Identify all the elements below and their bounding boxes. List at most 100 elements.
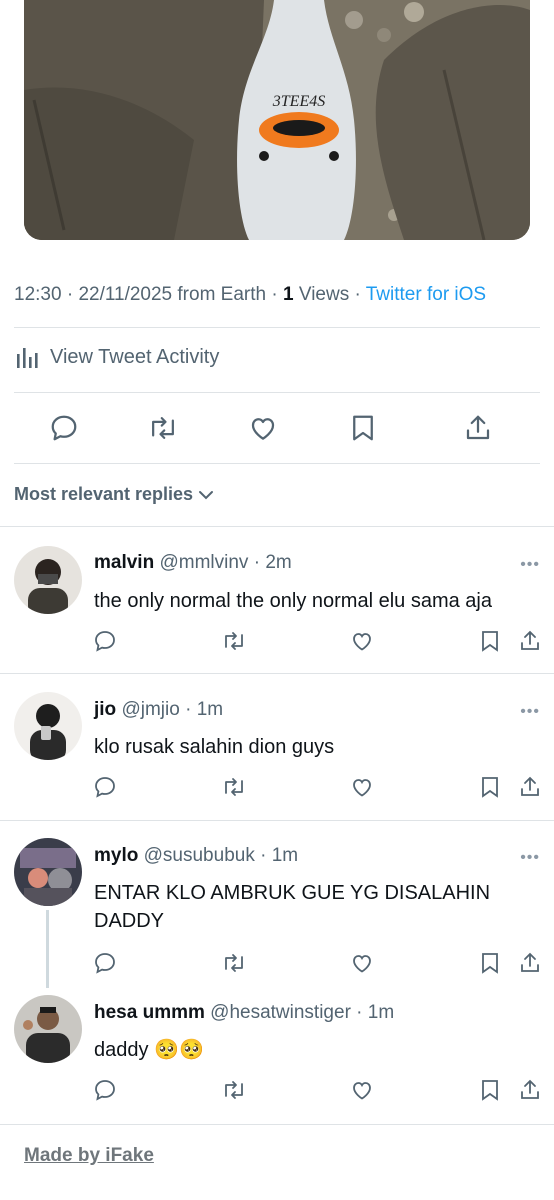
tweet-actions [0,408,554,448]
reply-handle[interactable]: @jmjio [121,699,179,720]
reply-time: 1m [271,845,299,866]
share-icon [466,415,490,440]
tweet-time: 12:30 [14,284,62,305]
retweet-button[interactable] [220,773,248,801]
reply-icon [95,777,115,798]
bookmark-button[interactable] [476,1076,504,1104]
like-button[interactable] [348,627,376,655]
reply-actions [0,627,554,655]
reply-header: malvin @mmlvinv · 2m [94,552,292,573]
reply-handle[interactable]: @susububuk [144,845,255,866]
retweet-icon [225,632,243,650]
reply-name[interactable]: hesa ummm [94,1002,205,1023]
like-icon [353,955,371,973]
reply-icon [95,953,115,974]
reply-handle[interactable]: @hesatwinstiger [210,1002,351,1023]
bookmark-icon [353,415,373,441]
reply-time: 2m [265,552,292,573]
tweet-app-link[interactable]: Twitter for iOS [366,284,486,305]
tweet-photo[interactable]: 3TEE4S [24,0,530,240]
reply-icon [51,415,77,441]
share-button[interactable] [516,627,544,655]
bookmark-icon [482,953,498,974]
reply-button[interactable] [91,773,119,801]
avatar[interactable] [14,995,82,1063]
reply-time: 1m [367,1002,395,1023]
divider [0,673,554,674]
view-tweet-activity-button[interactable]: View Tweet Activity [14,344,219,370]
tweet-location: from Earth [177,284,267,305]
like-button[interactable] [348,773,376,801]
divider [14,327,540,328]
chevron-down-icon [199,490,214,499]
bookmark-button[interactable] [476,773,504,801]
like-button[interactable] [243,408,283,448]
share-button[interactable] [516,773,544,801]
reply-button[interactable] [91,627,119,655]
retweet-icon [225,778,243,796]
reply-header: hesa ummm @hesatwinstiger · 1m [94,1002,395,1023]
sort-label: Most relevant replies [14,484,194,504]
divider [0,526,554,527]
more-options-button[interactable]: ••• [520,849,540,867]
activity-label: View Tweet Activity [50,345,220,368]
reply-text: the only normal the only normal elu sama… [94,590,492,612]
bookmark-button[interactable] [476,627,504,655]
tweet-date: 22/11/2025 [78,284,173,305]
reply-actions [0,949,554,977]
retweet-icon [225,1081,243,1099]
retweet-button[interactable] [220,627,248,655]
avatar[interactable] [14,838,82,906]
reply-name[interactable]: mylo [94,845,138,866]
like-icon [353,1082,371,1100]
avatar[interactable] [14,692,82,760]
like-button[interactable] [348,1076,376,1104]
replies-sort-dropdown[interactable]: Most relevant replies [14,484,215,505]
bookmark-button[interactable] [476,949,504,977]
views-count: 1 [283,284,294,305]
bookmark-button[interactable] [343,408,383,448]
share-button[interactable] [516,949,544,977]
like-button[interactable] [348,949,376,977]
retweet-icon [225,954,243,972]
divider [14,392,540,393]
reply-name[interactable]: malvin [94,552,154,573]
like-icon [353,779,371,797]
retweet-button[interactable] [220,1076,248,1104]
reply-handle[interactable]: @mmlvinv [159,552,248,573]
reply-text: klo rusak salahin dion guys [94,736,335,758]
avatar[interactable] [14,546,82,614]
reply-text: ENTAR KLO AMBRUK GUE YG DISALAHIN DADDY [94,882,491,932]
reply-button[interactable] [44,408,84,448]
like-icon [251,418,275,440]
more-options-button[interactable]: ••• [520,703,540,721]
bookmark-icon [482,1080,498,1101]
reply-button[interactable] [91,1076,119,1104]
chart-icon [17,348,38,368]
reply-icon [95,631,115,652]
divider [0,1124,554,1125]
share-button[interactable] [516,1076,544,1104]
retweet-button[interactable] [220,949,248,977]
retweet-button[interactable] [143,408,183,448]
share-button[interactable] [458,408,498,448]
reply-name[interactable]: jio [94,699,116,720]
reply-time: 1m [196,699,224,720]
made-by-link[interactable]: Made by iFake [24,1145,154,1167]
share-icon [521,630,539,650]
share-icon [521,1079,539,1099]
bookmark-icon [482,777,498,798]
reply-header: jio @jmjio · 1m [94,699,224,720]
bottle-text: 3TEE4S [272,93,325,110]
share-icon [521,776,539,796]
reply-button[interactable] [91,949,119,977]
reply-icon [95,1080,115,1101]
divider [14,463,540,464]
tweet-meta: 12:30 · 22/11/2025 from Earth · 1 Views … [14,284,487,305]
bookmark-icon [482,631,498,652]
like-icon [353,633,371,651]
reply-text: daddy 🥺🥺 [94,1039,204,1061]
retweet-icon [152,417,174,439]
reply-actions [0,1076,554,1104]
more-options-button[interactable]: ••• [520,556,540,574]
